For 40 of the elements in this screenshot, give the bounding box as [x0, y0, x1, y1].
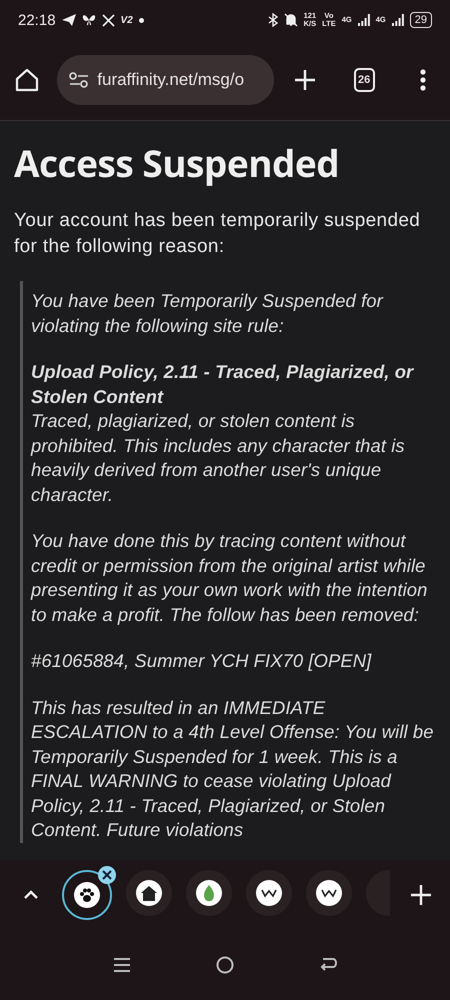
crown-icon	[321, 888, 337, 898]
reason-paragraph: #61065884, Summer YCH FIX70 [OPEN]	[31, 649, 372, 673]
paw-icon	[79, 887, 95, 903]
intro-text: Your account has been temporarily suspended for the following reason:	[14, 209, 422, 258]
bluetooth-icon	[268, 13, 278, 27]
tab-group-item[interactable]	[306, 870, 352, 916]
reason-paragraph: This has resulted in an IMMEDIATE ESCALATION to a 4th Level Offense: You will be Temporarily Suspended for 1 week. This is a FINAL WARNING to cease violating Upload Policy, 2.11 - Traced, Plagiarized, or Stolen Content. Future violations	[31, 696, 435, 842]
bell-off-icon	[284, 13, 298, 27]
address-bar[interactable]: furaffinity.net/msg/o	[57, 55, 274, 105]
add-tab-icon[interactable]	[410, 884, 432, 906]
menu-icon[interactable]	[420, 69, 426, 91]
back-icon[interactable]	[319, 957, 338, 973]
site-settings-icon[interactable]	[69, 72, 90, 88]
butterfly-icon	[82, 14, 96, 26]
crown-icon	[261, 888, 277, 898]
dot-icon	[138, 18, 144, 22]
clock: 22:18	[18, 12, 56, 28]
recent-apps-icon[interactable]	[112, 957, 131, 973]
home-icon[interactable]	[14, 67, 40, 93]
x-logo-icon	[102, 14, 115, 26]
tab-group-item[interactable]	[126, 870, 172, 916]
battery-level: 29	[410, 12, 432, 28]
app-label: V2	[120, 14, 133, 26]
close-icon[interactable]	[98, 866, 116, 884]
chevron-up-icon[interactable]	[23, 890, 39, 900]
tab-group-item[interactable]	[246, 870, 292, 916]
tab-switcher-button[interactable]: 26	[354, 68, 375, 92]
page-heading: Access Suspended	[14, 137, 340, 188]
leaf-icon	[202, 884, 216, 902]
signal-icon	[358, 14, 370, 26]
signal-icon	[392, 14, 404, 26]
reason-paragraph: You have done this by tracing content without credit or permission from the original artist while presenting it as your own work with the intention to make a profit. The follow has been removed:	[31, 529, 428, 627]
house-icon	[140, 884, 158, 902]
url-text: furaffinity.net/msg/o	[97, 70, 244, 90]
send-icon	[62, 14, 76, 26]
new-tab-icon[interactable]	[294, 69, 316, 91]
rule-paragraph: Upload Policy, 2.11 - Traced, Plagiarized, or Stolen Content Traced, plagiarized, or stolen content is prohibited. This includes any character that is heavily derived from another user's unique character.	[31, 360, 415, 506]
tab-group-item[interactable]	[186, 870, 232, 916]
reason-paragraph: You have been Temporarily Suspended for violating the following site rule:	[31, 289, 384, 338]
home-circle-icon[interactable]	[216, 956, 234, 974]
